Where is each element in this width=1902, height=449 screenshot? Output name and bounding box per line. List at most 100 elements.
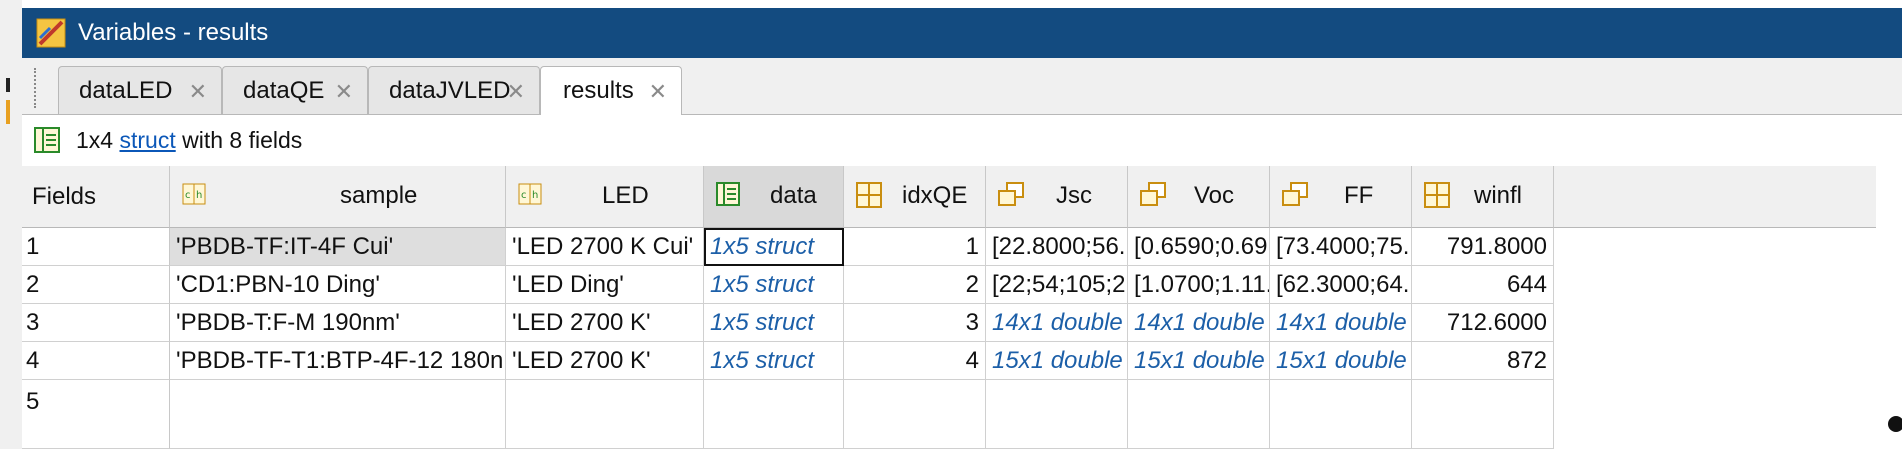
close-icon[interactable]: ✕ bbox=[335, 79, 353, 105]
table-cell[interactable]: 'LED 2700 K Cui' bbox=[506, 228, 704, 266]
table-cell-struct-link[interactable]: 1x5 struct bbox=[704, 266, 844, 304]
fields-header: Fields bbox=[22, 166, 170, 228]
tab-results[interactable]: results ✕ bbox=[540, 66, 682, 115]
table-cell-double-link[interactable]: 14x1 double bbox=[1128, 304, 1270, 342]
column-header-sample[interactable]: ch sample bbox=[170, 166, 506, 228]
table-cell-double-link[interactable]: 15x1 double bbox=[1128, 342, 1270, 380]
table-cell-struct-link[interactable]: 1x5 struct bbox=[704, 228, 844, 266]
table-cell-double-link[interactable]: 15x1 double bbox=[986, 342, 1128, 380]
tab-strip: dataLED ✕ dataQE ✕ dataJVLED ✕ results ✕ bbox=[22, 58, 1902, 115]
tab-label: dataLED bbox=[79, 76, 173, 104]
column-label: idxQE bbox=[902, 182, 968, 209]
table-cell[interactable]: 'LED 2700 K' bbox=[506, 342, 704, 380]
tab-label: results bbox=[563, 77, 634, 104]
table-cell[interactable]: 791.8000 bbox=[1412, 228, 1554, 266]
column-label: LED bbox=[602, 182, 649, 209]
table-cell[interactable] bbox=[844, 380, 986, 449]
cell-array-icon bbox=[998, 182, 1024, 206]
cell-array-icon bbox=[1140, 182, 1166, 206]
table-cell[interactable]: [22.8000;56.... bbox=[986, 228, 1128, 266]
column-header-data[interactable]: data bbox=[704, 166, 844, 228]
tab-label: dataQE bbox=[243, 76, 325, 104]
column-header-empty bbox=[1554, 166, 1876, 228]
column-header-winfl[interactable]: winfl bbox=[1412, 166, 1554, 228]
variable-editor-icon bbox=[36, 18, 66, 48]
window-title: Variables - results bbox=[78, 19, 269, 46]
close-icon[interactable]: ✕ bbox=[189, 79, 207, 105]
table-cell[interactable] bbox=[506, 380, 704, 449]
column-header-jsc[interactable]: Jsc bbox=[986, 166, 1128, 228]
table-cell-double-link[interactable]: 14x1 double bbox=[986, 304, 1128, 342]
matrix-icon bbox=[1424, 182, 1450, 208]
column-header-ff[interactable]: FF bbox=[1270, 166, 1412, 228]
table-cell[interactable]: 1 bbox=[844, 228, 986, 266]
table-cell[interactable]: 2 bbox=[844, 266, 986, 304]
struct-icon bbox=[34, 127, 60, 153]
table-cell[interactable] bbox=[704, 380, 844, 449]
column-header-voc[interactable]: Voc bbox=[1128, 166, 1270, 228]
column-header-led[interactable]: ch LED bbox=[506, 166, 704, 228]
left-edge-strip bbox=[0, 0, 22, 449]
table-cell[interactable]: 'PBDB-TF:IT-4F Cui' bbox=[170, 228, 506, 266]
table-cell[interactable]: 'LED Ding' bbox=[506, 266, 704, 304]
row-number[interactable]: 1 bbox=[22, 228, 170, 266]
table-cell-struct-link[interactable]: 1x5 struct bbox=[704, 342, 844, 380]
row-number[interactable]: 2 bbox=[22, 266, 170, 304]
svg-text:c: c bbox=[521, 190, 527, 201]
close-icon[interactable]: ✕ bbox=[507, 79, 525, 105]
row-number[interactable]: 4 bbox=[22, 342, 170, 380]
column-label: FF bbox=[1344, 182, 1374, 209]
tab-label: dataJVLED bbox=[389, 76, 511, 104]
variables-titlebar: Variables - results bbox=[22, 8, 1902, 58]
edge-dot bbox=[1888, 416, 1902, 432]
row-number[interactable]: 3 bbox=[22, 304, 170, 342]
table-cell[interactable]: [22;54;105;2... bbox=[986, 266, 1128, 304]
top-edge bbox=[22, 0, 1902, 8]
table-cell[interactable]: 'PBDB-TF-T1:BTP-4F-12 180nm' bbox=[170, 342, 506, 380]
table-cell[interactable]: 712.6000 bbox=[1412, 304, 1554, 342]
column-label: Voc bbox=[1194, 182, 1235, 209]
row-number[interactable]: 5 bbox=[22, 380, 170, 449]
table-cell[interactable] bbox=[1270, 380, 1412, 449]
summary-suffix: with 8 fields bbox=[175, 126, 303, 153]
svg-text:h: h bbox=[532, 190, 538, 201]
table-cell[interactable] bbox=[170, 380, 506, 449]
table-cell[interactable]: 4 bbox=[844, 342, 986, 380]
column-label: Jsc bbox=[1056, 182, 1092, 209]
summary-prefix: 1x4 bbox=[76, 126, 120, 153]
struct-icon bbox=[716, 182, 740, 206]
table-cell[interactable]: 872 bbox=[1412, 342, 1554, 380]
tab-datajvled[interactable]: dataJVLED ✕ bbox=[368, 66, 540, 114]
cell-array-icon bbox=[1282, 182, 1308, 206]
column-label: sample bbox=[340, 182, 418, 209]
table-cell[interactable] bbox=[1128, 380, 1270, 449]
table-cell[interactable]: 'PBDB-T:F-M 190nm' bbox=[170, 304, 506, 342]
table-cell[interactable] bbox=[986, 380, 1128, 449]
column-header-idxqe[interactable]: idxQE bbox=[844, 166, 986, 228]
svg-text:c: c bbox=[185, 190, 191, 201]
column-label: data bbox=[770, 182, 817, 209]
edge-marker bbox=[6, 78, 10, 92]
column-label: winfl bbox=[1474, 182, 1523, 209]
struct-link[interactable]: struct bbox=[119, 127, 175, 154]
table-cell-struct-link[interactable]: 1x5 struct bbox=[704, 304, 844, 342]
table-cell[interactable]: 644 bbox=[1412, 266, 1554, 304]
table-cell[interactable]: [62.3000;64.... bbox=[1270, 266, 1412, 304]
char-type-icon: ch bbox=[182, 183, 206, 205]
table-cell[interactable]: [73.4000;75.... bbox=[1270, 228, 1412, 266]
close-icon[interactable]: ✕ bbox=[649, 79, 667, 105]
tab-dataled[interactable]: dataLED ✕ bbox=[58, 66, 222, 114]
table-cell-double-link[interactable]: 15x1 double bbox=[1270, 342, 1412, 380]
table-cell[interactable]: 'CD1:PBN-10 Ding' bbox=[170, 266, 506, 304]
table-cell[interactable] bbox=[1412, 380, 1554, 449]
table-cell[interactable]: [1.0700;1.11... bbox=[1128, 266, 1270, 304]
table-cell[interactable]: 3 bbox=[844, 304, 986, 342]
table-cell[interactable]: [0.6590;0.69... bbox=[1128, 228, 1270, 266]
edge-marker-orange bbox=[6, 100, 10, 124]
tab-dataqe[interactable]: dataQE ✕ bbox=[222, 66, 368, 114]
table-cell[interactable]: 'LED 2700 K' bbox=[506, 304, 704, 342]
struct-summary: 1x4 struct with 8 fields bbox=[22, 115, 1902, 165]
char-type-icon: ch bbox=[518, 183, 542, 205]
table-cell-double-link[interactable]: 14x1 double bbox=[1270, 304, 1412, 342]
tab-strip-grip[interactable] bbox=[34, 68, 42, 108]
